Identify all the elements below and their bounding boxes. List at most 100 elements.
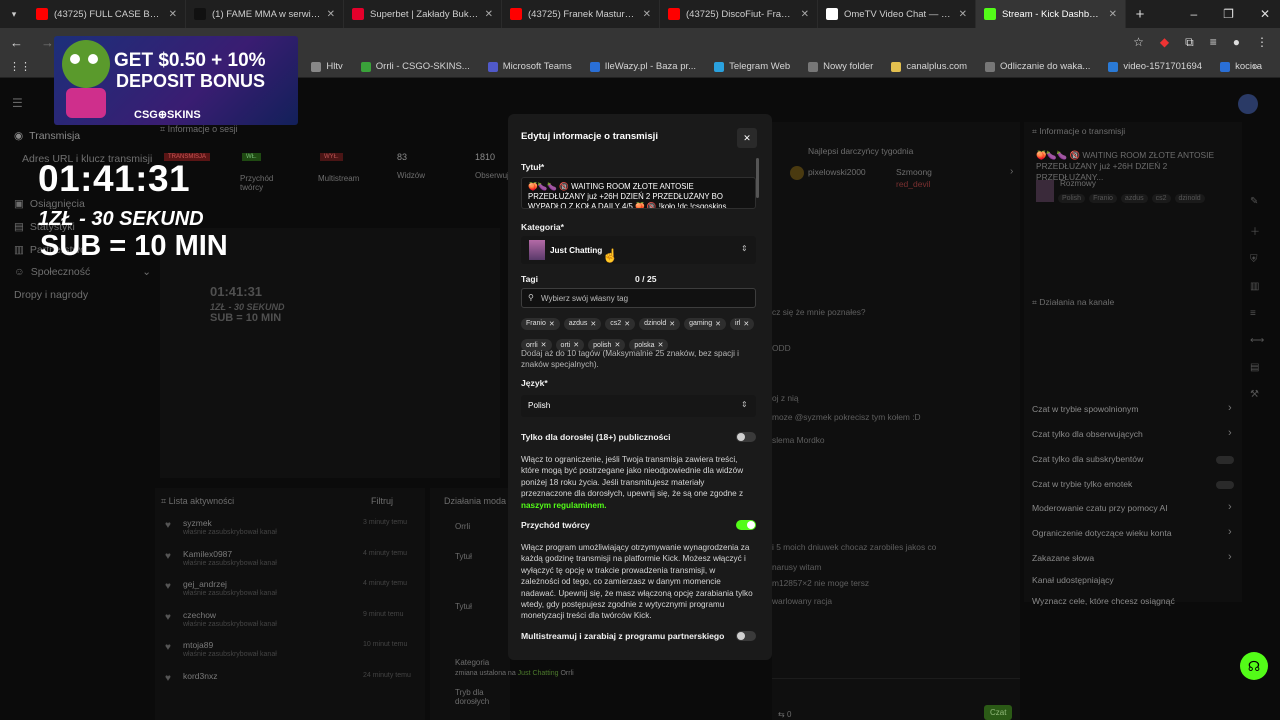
channel-action-item[interactable]: Czat w trybie tylko emotek — [1032, 479, 1132, 489]
tag-chip[interactable]: Franio ✕ — [521, 317, 560, 330]
browser-tab-bar: ▾ (43725) FULL CASE BREAK UCO✕(1) FAME M… — [0, 0, 1280, 28]
close-tab-icon[interactable]: ✕ — [169, 9, 177, 20]
chat-send-button[interactable]: Czat — [984, 705, 1013, 720]
bookmark-item[interactable]: Nowy folder — [808, 61, 873, 72]
quick-actions-column: ✎ ＋ ⛨ ▥ ≡ ⟷ ▤ ⚒ — [1250, 196, 1264, 400]
forward-icon[interactable]: → — [41, 35, 54, 50]
bookmark-item[interactable]: video-1571701694 — [1108, 61, 1202, 72]
trash-icon[interactable]: ▥ — [1250, 281, 1264, 292]
sidebar-item-drops[interactable]: Dropy i nagrody — [14, 289, 88, 301]
sidebar-item-community[interactable]: ☺ Społeczność ⌄ — [14, 266, 151, 278]
browser-tab[interactable]: Stream - Kick Dashboard ✕ — [976, 0, 1126, 28]
tag-chip[interactable]: azdus ✕ — [563, 317, 602, 330]
wrench-icon[interactable]: ⚒ — [1250, 389, 1264, 400]
close-tab-icon[interactable]: ✕ — [327, 9, 335, 20]
language-select[interactable]: Polish ⇕ — [521, 395, 756, 417]
chevron-right-icon[interactable]: › — [1010, 166, 1013, 177]
browser-tab[interactable]: (43725) DiscoFiut- Franek Praw ✕ — [660, 0, 818, 28]
action-toggle[interactable] — [1216, 481, 1234, 489]
tag-search-input[interactable]: ⚲ Wybierz swój własny tag — [521, 288, 756, 308]
close-tab-icon[interactable]: ✕ — [643, 9, 651, 20]
channel-action-item[interactable]: Zakazane słowa — [1032, 553, 1094, 563]
bookmark-star-icon[interactable]: ☆ — [1133, 35, 1144, 50]
browser-tab[interactable]: (1) FAME MMA w serwisie X: „B ✕ — [186, 0, 344, 28]
browser-tab[interactable]: OmeTV Video Chat — Ome ✕ — [818, 0, 976, 28]
csgoskins-ad[interactable]: GET $0.50 + 10% DEPOSIT BONUS CSG⊕SKINS — [54, 36, 298, 125]
profile-icon[interactable]: ● — [1233, 35, 1240, 50]
extension-icon[interactable]: ◆ — [1160, 35, 1169, 50]
close-icon[interactable]: ✕ — [737, 128, 757, 148]
bookmark-item[interactable]: Telegram Web — [714, 61, 790, 72]
chevron-right-icon[interactable]: › — [1228, 402, 1232, 414]
tag-chip[interactable]: irl ✕ — [729, 317, 755, 330]
channel-action-item[interactable]: Kanał udostępniający — [1032, 575, 1114, 585]
bookmark-item[interactable]: Microsoft Teams — [487, 61, 572, 72]
close-tab-icon[interactable]: ✕ — [485, 9, 493, 20]
media-icon[interactable]: ≡ — [1210, 35, 1217, 50]
action-toggle[interactable] — [1216, 456, 1234, 464]
code-icon[interactable]: ⟷ — [1250, 335, 1264, 346]
title-input[interactable]: 🍑🍆🍆 🔞 WAITING ROOM ZŁOTE ANTOSIE PRZEDŁU… — [521, 177, 756, 209]
tags-counter: 0 / 25 — [635, 274, 657, 284]
multistream-toggle[interactable] — [736, 631, 756, 641]
more-bookmarks-icon[interactable]: » — [1253, 61, 1258, 72]
remove-tag-icon[interactable]: ✕ — [549, 320, 555, 328]
close-tab-icon[interactable]: ✕ — [1109, 9, 1117, 20]
support-chat-icon[interactable]: ☊ — [1240, 652, 1268, 680]
remove-tag-icon[interactable]: ✕ — [590, 320, 596, 328]
chevron-right-icon[interactable]: › — [1228, 551, 1232, 563]
hamburger-icon[interactable]: ☰ — [12, 96, 23, 110]
avatar[interactable] — [1238, 94, 1258, 114]
card-icon[interactable]: ▤ — [1250, 362, 1264, 373]
channel-action-item[interactable]: Czat tylko dla obserwujących — [1032, 429, 1143, 439]
channel-action-item[interactable]: Czat tylko dla subskrybentów — [1032, 454, 1143, 464]
browser-tab[interactable]: (43725) FULL CASE BREAK UCO ✕ — [28, 0, 186, 28]
bookmark-item[interactable]: Odliczanie do waka... — [985, 61, 1090, 72]
maximize-icon[interactable]: ❐ — [1223, 7, 1234, 21]
list-icon[interactable]: ≡ — [1250, 308, 1264, 319]
bookmark-item[interactable]: canalplus.com — [891, 61, 967, 72]
back-icon[interactable]: ← — [10, 35, 23, 50]
remove-tag-icon[interactable]: ✕ — [624, 320, 630, 328]
terms-link[interactable]: naszym regulaminem. — [521, 501, 607, 510]
browser-tab[interactable]: (43725) Franek Masturbatra - D ✕ — [502, 0, 660, 28]
creator-revenue-toggle[interactable] — [736, 520, 756, 530]
puzzle-icon[interactable]: ⧉ — [1185, 35, 1194, 50]
remove-tag-icon[interactable]: ✕ — [669, 320, 675, 328]
category-select[interactable]: Just Chatting ⇕ — [521, 236, 756, 264]
close-window-icon[interactable]: ✕ — [1260, 7, 1270, 21]
partner-icon: ▥ — [14, 244, 24, 256]
remove-tag-icon[interactable]: ✕ — [743, 320, 749, 328]
tag-chip[interactable]: cs2 ✕ — [605, 317, 636, 330]
close-tab-icon[interactable]: ✕ — [959, 9, 967, 20]
bookmark-item[interactable]: IleWazy.pl - Baza pr... — [589, 61, 696, 72]
bookmark-icon — [891, 61, 902, 72]
tag-chip[interactable]: gaming ✕ — [684, 317, 726, 330]
tag-chip[interactable]: dzinold ✕ — [639, 317, 681, 330]
new-tab-button[interactable]: + — [1126, 6, 1154, 23]
plus-icon[interactable]: ＋ — [1250, 223, 1264, 238]
apps-icon[interactable]: ⋮⋮ — [9, 60, 31, 73]
shield-icon[interactable]: ⛨ — [1250, 254, 1264, 265]
channel-action-item[interactable]: Czat w trybie spowolnionym — [1032, 404, 1139, 414]
menu-icon[interactable]: ⋮ — [1256, 35, 1268, 50]
scrollbar[interactable] — [756, 158, 759, 198]
channel-action-item[interactable]: Wyznacz cele, które chcesz osiągnąć — [1032, 596, 1175, 606]
close-tab-icon[interactable]: ✕ — [801, 9, 809, 20]
activity-time: 4 minuty temu — [363, 580, 407, 587]
browser-tab[interactable]: Superbet | Zakłady Bukmacher ✕ — [344, 0, 502, 28]
activity-filter-button[interactable]: Filtruj — [371, 496, 393, 506]
channel-action-item[interactable]: Ograniczenie dotyczące wieku konta — [1032, 528, 1172, 538]
pencil-icon[interactable]: ✎ — [1250, 196, 1264, 207]
bookmark-item[interactable]: Orrli - CSGO-SKINS... — [360, 61, 470, 72]
chevron-right-icon[interactable]: › — [1228, 427, 1232, 439]
sidebar-item-stream[interactable]: ◉ Transmisja — [14, 130, 80, 142]
adult-toggle[interactable] — [736, 432, 756, 442]
chevron-right-icon[interactable]: › — [1228, 501, 1232, 513]
tab-search-button[interactable]: ▾ — [0, 0, 28, 28]
minimize-icon[interactable]: – — [1190, 7, 1197, 21]
remove-tag-icon[interactable]: ✕ — [715, 320, 721, 328]
chevron-right-icon[interactable]: › — [1228, 526, 1232, 538]
bookmark-item[interactable]: Hltv — [311, 61, 343, 72]
channel-action-item[interactable]: Moderowanie czatu przy pomocy AI — [1032, 503, 1168, 513]
